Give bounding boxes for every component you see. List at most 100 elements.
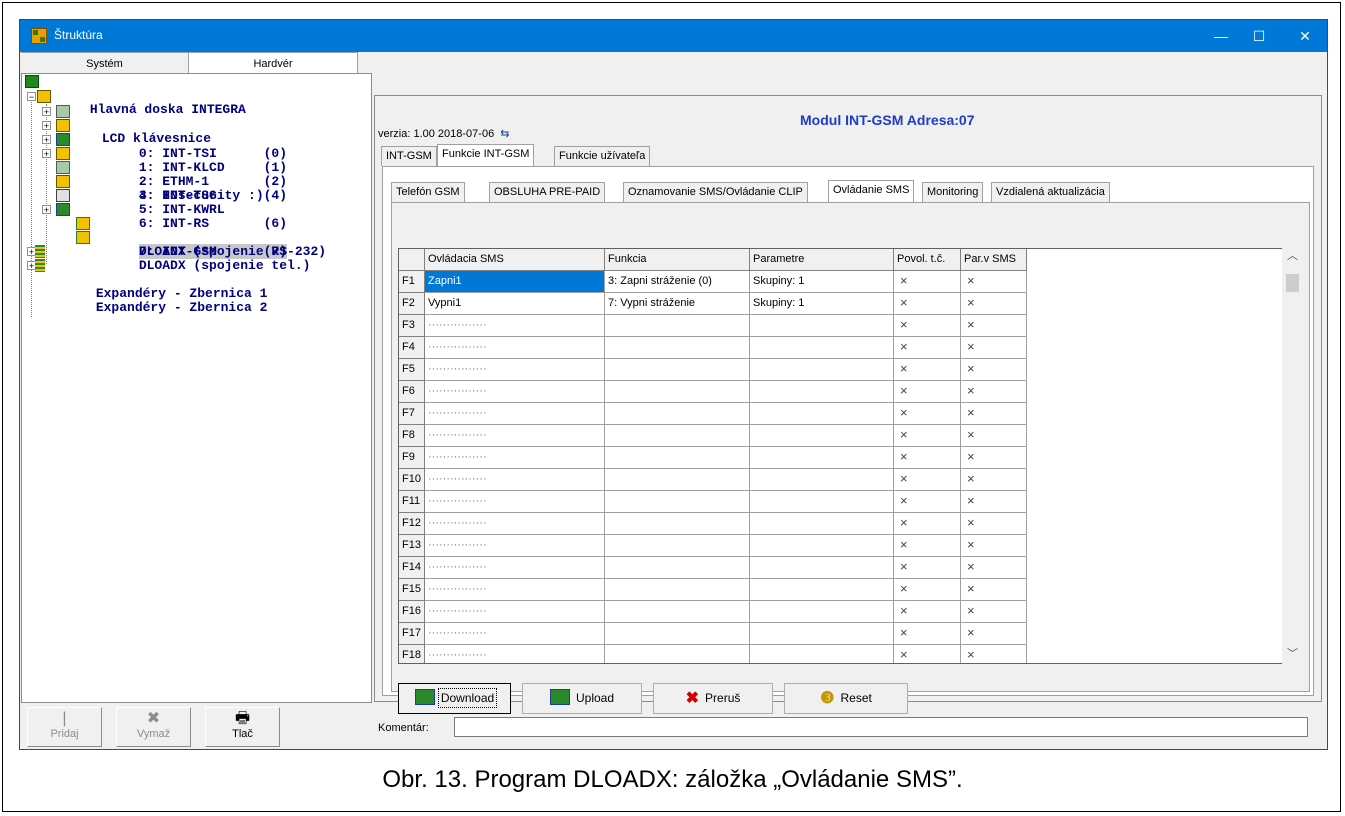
tab-hardware[interactable]: Hardvér — [189, 52, 358, 73]
cell-function[interactable] — [605, 425, 750, 447]
cell-sms-command[interactable]: ················ — [425, 491, 605, 513]
collapse-icon[interactable]: − — [27, 92, 36, 102]
tree-item-ethm[interactable]: + 2: ETHM-1 (2) — [40, 133, 287, 189]
cell-parameters[interactable] — [750, 403, 894, 425]
cell-sms-command[interactable]: ················ — [425, 425, 605, 447]
cell-parameters[interactable] — [750, 337, 894, 359]
cell-parameters[interactable]: Skupiny: 1 — [750, 293, 894, 315]
cell-function[interactable] — [605, 513, 750, 535]
cell-parameters[interactable] — [750, 381, 894, 403]
tree-item-expanders-2[interactable]: + Expandéry - Zbernica 2 — [25, 259, 267, 315]
cell-sms-params[interactable]: × — [961, 271, 1027, 293]
cell-sms-command[interactable]: ················ — [425, 645, 605, 663]
upload-button[interactable]: Upload — [522, 683, 642, 714]
tree-item-int-tsg[interactable]: 4: INT-TSG (4) — [40, 161, 287, 203]
print-button[interactable]: 🖶 Tlač — [205, 707, 280, 747]
cell-sms-command[interactable]: ················ — [425, 447, 605, 469]
cell-function[interactable] — [605, 359, 750, 381]
tree-item-int-gsm[interactable]: + 7: INT-GSM (7) — [40, 203, 288, 259]
hardware-tree[interactable]: Hlavná doska INTEGRA − LCD klávesnice + … — [21, 73, 372, 703]
comment-input[interactable] — [454, 717, 1308, 737]
cell-function[interactable]: 7: Vypni stráženie — [605, 293, 750, 315]
expand-icon[interactable]: + — [42, 205, 51, 215]
cell-function[interactable]: 3: Zapni stráženie (0) — [605, 271, 750, 293]
tab-user-functions[interactable]: Funkcie užívateľa — [554, 146, 651, 166]
cell-sms-command[interactable]: ················ — [425, 513, 605, 535]
tree-item-dloadx-tel[interactable]: DLOADX (spojenie tel.) — [76, 231, 310, 273]
add-button[interactable]: | Pridaj — [27, 707, 102, 747]
expand-icon[interactable]: + — [42, 135, 51, 145]
delete-button[interactable]: ✖ Vymaž — [116, 707, 191, 747]
cell-function[interactable] — [605, 381, 750, 403]
cell-sms-params[interactable]: × — [961, 513, 1027, 535]
cell-sms-command[interactable]: ················ — [425, 403, 605, 425]
cell-function[interactable] — [605, 337, 750, 359]
tree-item-int-tsi[interactable]: + 0: INT-TSI (0) — [40, 105, 287, 161]
refresh-icon[interactable]: ⇆ — [500, 128, 509, 140]
cell-function[interactable] — [605, 535, 750, 557]
cell-phone-allowed[interactable]: × — [894, 557, 961, 579]
cell-sms-params[interactable]: × — [961, 601, 1027, 623]
cell-sms-params[interactable]: × — [961, 623, 1027, 645]
tab-sms-control[interactable]: Ovládanie SMS — [828, 180, 915, 202]
cell-sms-params[interactable]: × — [961, 381, 1027, 403]
tree-item-mainboard[interactable]: Hlavná doska INTEGRA — [25, 75, 246, 117]
cell-phone-allowed[interactable]: × — [894, 359, 961, 381]
close-button[interactable]: ✕ — [1282, 20, 1328, 52]
expand-icon[interactable]: + — [42, 107, 51, 117]
tab-system[interactable]: Systém — [21, 52, 189, 73]
cell-function[interactable] — [605, 491, 750, 513]
cell-sms-command[interactable]: ················ — [425, 535, 605, 557]
cell-phone-allowed[interactable]: × — [894, 491, 961, 513]
cell-sms-command[interactable]: ················ — [425, 469, 605, 491]
tree-item-hdsecurity[interactable]: + 3: HDsecurity :) — [40, 147, 264, 203]
cell-sms-command[interactable]: ················ — [425, 557, 605, 579]
cell-phone-allowed[interactable]: × — [894, 403, 961, 425]
tree-item-int-klcd[interactable]: + 1: INT-KLCD (1) — [40, 119, 287, 175]
tab-int-gsm-functions[interactable]: Funkcie INT-GSM — [437, 144, 535, 166]
tree-item-int-rs[interactable]: 6: INT-RS (6) — [40, 189, 287, 231]
tree-item-int-kwrl[interactable]: 5: INT-KWRL — [40, 175, 225, 217]
grid-scrollbar[interactable]: ︿ ﹀ — [1282, 248, 1303, 664]
cell-sms-params[interactable]: × — [961, 557, 1027, 579]
cell-phone-allowed[interactable]: × — [894, 293, 961, 315]
cell-phone-allowed[interactable]: × — [894, 513, 961, 535]
cell-phone-allowed[interactable]: × — [894, 623, 961, 645]
cell-phone-allowed[interactable]: × — [894, 425, 961, 447]
cell-function[interactable] — [605, 469, 750, 491]
cell-parameters[interactable] — [750, 645, 894, 663]
cell-parameters[interactable] — [750, 623, 894, 645]
cell-sms-params[interactable]: × — [961, 403, 1027, 425]
tree-item-dloadx-rs232[interactable]: DLOADX (spojenie RS-232) — [76, 217, 326, 259]
cell-function[interactable] — [605, 645, 750, 663]
cell-phone-allowed[interactable]: × — [894, 645, 961, 663]
expand-icon[interactable]: + — [42, 149, 51, 159]
cell-phone-allowed[interactable]: × — [894, 315, 961, 337]
cell-sms-command[interactable]: ················ — [425, 623, 605, 645]
tab-monitoring[interactable]: Monitoring — [922, 182, 984, 202]
tab-remote-update[interactable]: Vzdialená aktualizácia — [991, 182, 1110, 202]
cell-sms-params[interactable]: × — [961, 645, 1027, 663]
abort-button[interactable]: ✖ Preruš — [653, 683, 773, 714]
tab-prepaid[interactable]: OBSLUHA PRE-PAID — [489, 182, 606, 202]
cell-function[interactable] — [605, 447, 750, 469]
cell-phone-allowed[interactable]: × — [894, 271, 961, 293]
tab-sms-notification[interactable]: Oznamovanie SMS/Ovládanie CLIP — [623, 182, 808, 202]
cell-parameters[interactable] — [750, 579, 894, 601]
cell-phone-allowed[interactable]: × — [894, 337, 961, 359]
cell-sms-params[interactable]: × — [961, 425, 1027, 447]
cell-parameters[interactable] — [750, 315, 894, 337]
cell-parameters[interactable] — [750, 557, 894, 579]
cell-phone-allowed[interactable]: × — [894, 381, 961, 403]
cell-phone-allowed[interactable]: × — [894, 579, 961, 601]
cell-sms-params[interactable]: × — [961, 469, 1027, 491]
cell-sms-command[interactable]: ················ — [425, 579, 605, 601]
scroll-up-icon[interactable]: ︿ — [1282, 248, 1303, 265]
cell-parameters[interactable]: Skupiny: 1 — [750, 271, 894, 293]
cell-parameters[interactable] — [750, 447, 894, 469]
cell-sms-params[interactable]: × — [961, 315, 1027, 337]
expand-icon[interactable]: + — [42, 121, 51, 131]
cell-function[interactable] — [605, 557, 750, 579]
cell-parameters[interactable] — [750, 513, 894, 535]
cell-sms-command[interactable]: Vypni1 — [425, 293, 605, 315]
